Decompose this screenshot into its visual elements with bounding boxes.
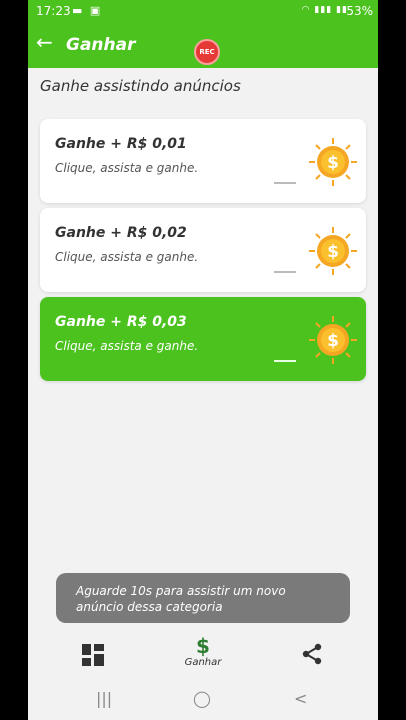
- reward-card-1[interactable]: Ganhe + R$ 0,01 Clique, assista e ganhe.…: [40, 119, 366, 203]
- battery-level: 53%: [346, 4, 373, 18]
- svg-text:$: $: [327, 331, 339, 351]
- small-mark: [274, 182, 296, 184]
- reward-card-2[interactable]: Ganhe + R$ 0,02 Clique, assista e ganhe.…: [40, 208, 366, 292]
- status-bar: 17:23 ▬ ▣ ◠ ▮▮▮ ▮▮ 53%: [28, 0, 378, 22]
- nav-earn-tab[interactable]: $ Ganhar: [178, 630, 228, 680]
- rec-icon[interactable]: REC: [194, 39, 220, 65]
- reward-subtitle: Clique, assista e ganhe.: [55, 250, 199, 264]
- section-title: Ganhe assistindo anúncios: [40, 77, 241, 95]
- coin-icon: $: [309, 316, 357, 364]
- reward-subtitle: Clique, assista e ganhe.: [55, 339, 199, 353]
- notification-icons: ▬ ▣: [72, 4, 103, 17]
- status-time: 17:23: [36, 4, 71, 18]
- rec-label: REC: [199, 48, 215, 56]
- reward-subtitle: Clique, assista e ganhe.: [55, 161, 199, 175]
- app-bar: ← Ganhar REC: [28, 22, 378, 68]
- page-title: Ganhar: [66, 35, 136, 55]
- svg-text:$: $: [327, 153, 339, 173]
- reward-title: Ganhe + R$ 0,01: [55, 136, 187, 152]
- small-mark: [274, 271, 296, 273]
- app-screen: 17:23 ▬ ▣ ◠ ▮▮▮ ▮▮ 53% ← Ganhar REC Ganh…: [28, 0, 378, 720]
- signal-icons: ◠ ▮▮▮ ▮▮: [301, 5, 348, 15]
- small-mark: [274, 360, 296, 362]
- coin-icon: $: [309, 138, 357, 186]
- dollar-icon: $: [196, 634, 210, 658]
- bottom-navigation: $ Ganhar: [28, 630, 378, 680]
- reward-title: Ganhe + R$ 0,02: [55, 225, 187, 241]
- grid-icon[interactable]: [82, 644, 104, 666]
- reward-title: Ganhe + R$ 0,03: [55, 314, 187, 330]
- system-back-button[interactable]: <: [294, 689, 307, 708]
- toast-message: Aguarde 10s para assistir um novo anúnci…: [56, 573, 350, 623]
- reward-card-3[interactable]: Ganhe + R$ 0,03 Clique, assista e ganhe.…: [40, 297, 366, 381]
- back-arrow-icon[interactable]: ←: [36, 32, 53, 52]
- system-navigation-bar: ||| ◯ <: [28, 680, 378, 720]
- svg-text:$: $: [327, 242, 339, 262]
- share-icon[interactable]: [300, 642, 324, 666]
- home-button[interactable]: ◯: [193, 689, 211, 708]
- coin-icon: $: [309, 227, 357, 275]
- nav-earn-label: Ganhar: [184, 657, 222, 668]
- recents-button[interactable]: |||: [96, 689, 112, 708]
